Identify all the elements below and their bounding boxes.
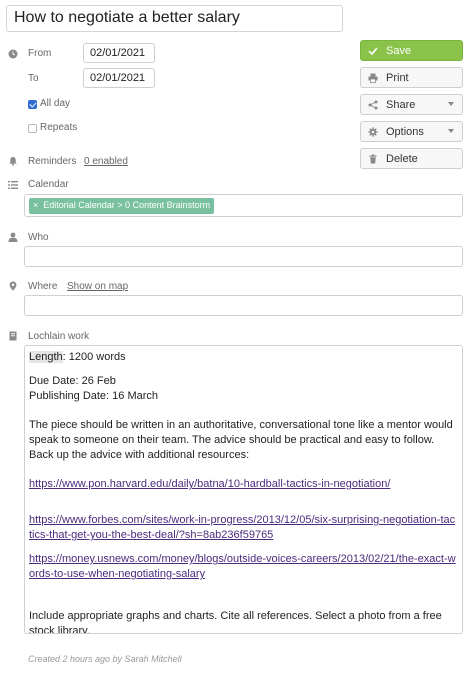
person-icon: [8, 232, 18, 242]
map-pin-icon: [9, 281, 17, 291]
calendar-tag: × Editorial Calendar > 0 Content Brainsto…: [29, 198, 215, 214]
reminders-link[interactable]: 0 enabled: [84, 156, 128, 167]
who-input[interactable]: [24, 246, 463, 267]
share-label: Share: [386, 98, 416, 111]
where-label: Where: [28, 281, 58, 292]
notes-closing: Include appropriate graphs and charts. C…: [29, 610, 442, 634]
checkmark-icon: [367, 45, 378, 56]
clock-icon: [8, 49, 18, 59]
delete-button[interactable]: Delete: [360, 148, 463, 169]
printer-icon: [367, 72, 378, 83]
notes-length: Length: 1200 words: [29, 350, 458, 365]
to-label: To: [28, 73, 39, 84]
reminders-label: Reminders: [28, 156, 77, 167]
from-date-input[interactable]: 02/01/2021: [83, 43, 155, 63]
resource-link-2[interactable]: https://www.forbes.com/sites/work-in-pro…: [29, 514, 455, 541]
list-icon: [8, 181, 18, 189]
save-label: Save: [386, 44, 412, 57]
notes-length-rest: : 1200 words: [62, 351, 126, 363]
to-date-input[interactable]: 02/01/2021: [83, 68, 155, 88]
chevron-down-icon: [448, 102, 454, 106]
all-day-checkbox[interactable]: [28, 100, 37, 109]
resource-link-1[interactable]: https://www.pon.harvard.edu/daily/batna/…: [29, 478, 390, 490]
calendar-select[interactable]: × Editorial Calendar > 0 Content Brainsto…: [24, 194, 463, 217]
event-title-input[interactable]: How to negotiate a better salary: [6, 5, 343, 32]
note-icon: [9, 331, 17, 341]
notes-textarea[interactable]: Length: 1200 words Due Date: 26 Feb Publ…: [24, 345, 463, 634]
notes-label: Lochlain work: [28, 331, 90, 342]
trash-icon: [367, 153, 378, 164]
repeats-label: Repeats: [40, 122, 78, 133]
resource-link-3[interactable]: https://money.usnews.com/money/blogs/out…: [29, 553, 456, 580]
share-button[interactable]: Share: [360, 94, 463, 115]
save-button[interactable]: Save: [360, 40, 463, 61]
options-label: Options: [386, 125, 424, 138]
gear-icon: [367, 126, 378, 137]
repeats-checkbox[interactable]: [28, 124, 37, 133]
tag-remove-icon[interactable]: ×: [33, 200, 38, 210]
notes-length-prefix: Length: [29, 351, 63, 363]
print-button[interactable]: Print: [360, 67, 463, 88]
options-button[interactable]: Options: [360, 121, 463, 142]
calendar-label: Calendar: [28, 179, 69, 190]
delete-label: Delete: [386, 152, 418, 165]
who-label: Who: [28, 232, 49, 243]
notes-publishing-date: Publishing Date: 16 March: [29, 390, 159, 402]
show-on-map-link[interactable]: Show on map: [67, 281, 128, 292]
all-day-label: All day: [40, 98, 71, 109]
notes-due-date: Due Date: 26 Feb: [29, 375, 116, 387]
chevron-down-icon: [448, 129, 454, 133]
notes-body: The piece should be written in an author…: [29, 419, 453, 461]
share-icon: [367, 99, 378, 110]
calendar-tag-label: Editorial Calendar > 0 Content Brainstor…: [43, 200, 211, 210]
created-info: Created 2 hours ago by Sarah Mitchell: [28, 654, 182, 664]
where-input[interactable]: [24, 295, 463, 316]
print-label: Print: [386, 71, 409, 84]
from-label: From: [28, 48, 52, 59]
bell-icon: [9, 157, 17, 166]
